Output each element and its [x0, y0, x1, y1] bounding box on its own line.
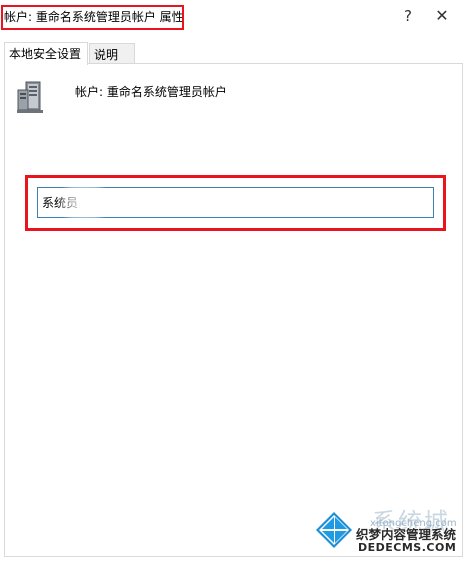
- properties-dialog: 帐户: 重命名系统管理员帐户 属性 ? ✕ 本地安全设置 说明 帐户: 重命名系…: [0, 0, 467, 561]
- account-policy-label: 帐户: 重命名系统管理员帐户: [75, 85, 227, 99]
- tab-explain[interactable]: 说明: [89, 43, 135, 64]
- tab-local-security-setting[interactable]: 本地安全设置: [4, 42, 88, 65]
- server-icon: [17, 81, 43, 113]
- watermark: 系统城 xitongcheng.com 织梦内容管理系统 DEDECMS.COM: [300, 500, 467, 561]
- watermark-line-en: DEDECMS.COM: [358, 541, 457, 554]
- tab-panel: [4, 63, 463, 557]
- account-name-input[interactable]: [37, 187, 434, 218]
- close-button[interactable]: ✕: [432, 6, 452, 26]
- title-bar: 帐户: 重命名系统管理员帐户 属性 ? ✕: [0, 0, 467, 32]
- title-highlight-box: [1, 5, 184, 30]
- help-button[interactable]: ?: [398, 6, 418, 26]
- windows-logo-icon: [316, 512, 352, 548]
